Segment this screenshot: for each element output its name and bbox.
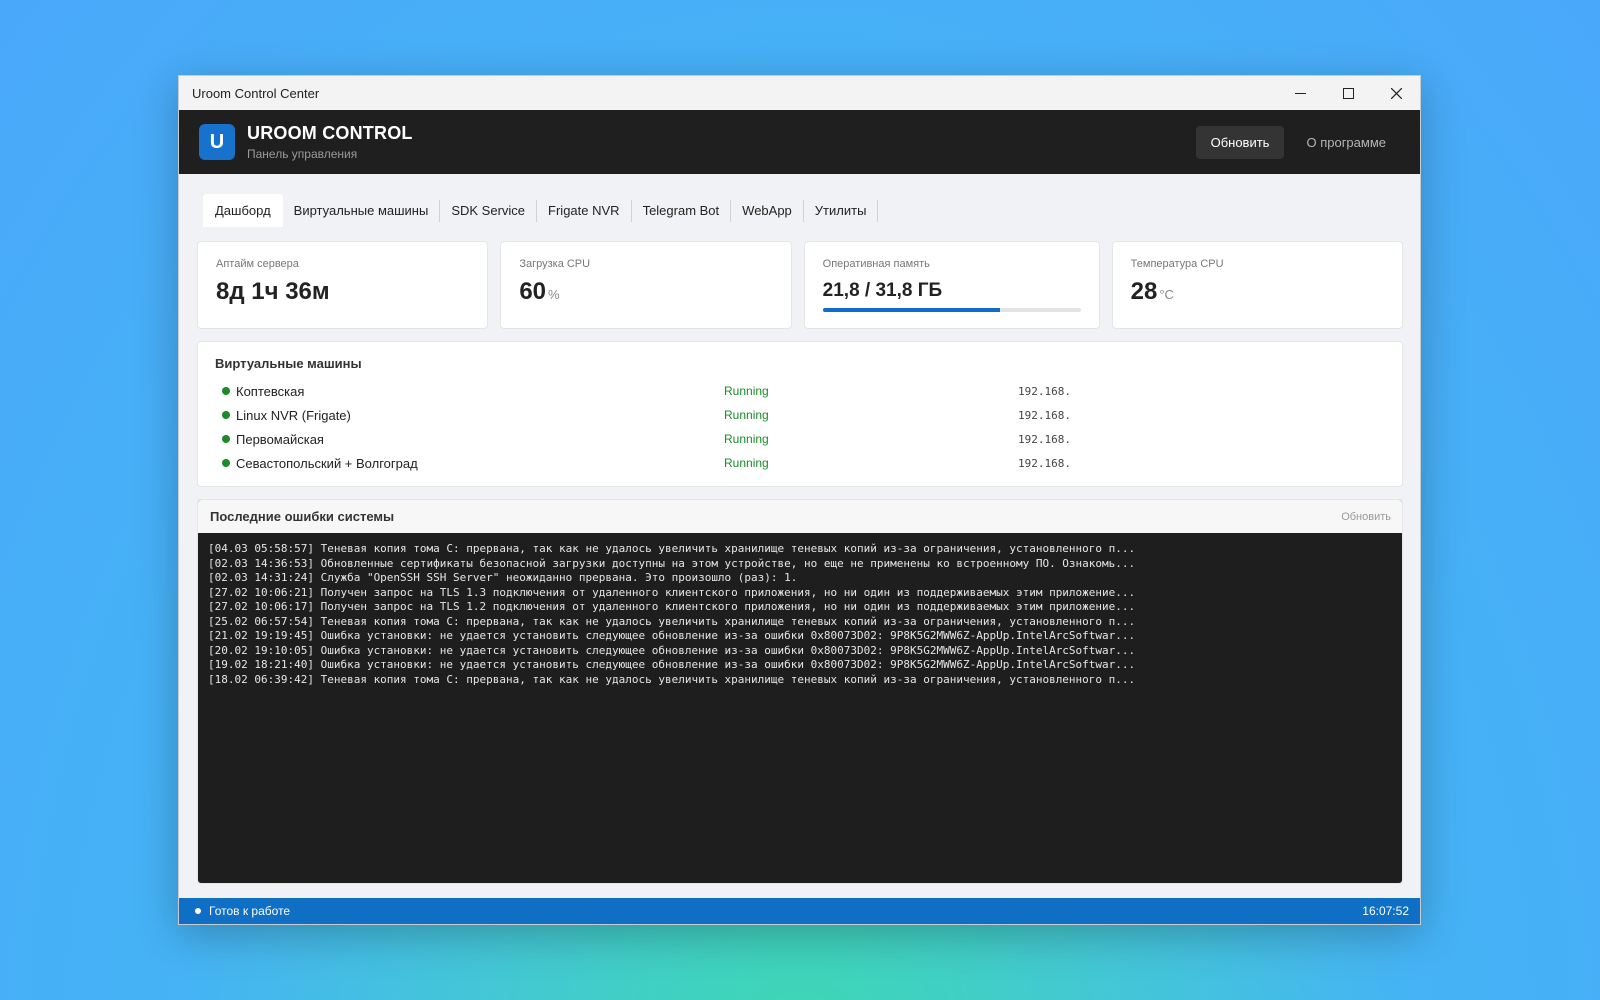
vm-name: Первомайская (236, 431, 324, 447)
app-name: UROOM CONTROL (247, 123, 413, 143)
tab-bar: Дашборд Виртуальные машины SDK Service F… (203, 194, 1420, 227)
app-subtitle: Панель управления (247, 147, 358, 161)
memory-progress-fill (822, 308, 1000, 312)
brand: U UROOM CONTROL Панель управления (199, 123, 413, 161)
errors-refresh-button[interactable]: Обновить (1341, 511, 1391, 523)
tab-telegram-bot[interactable]: Telegram Bot (632, 199, 732, 222)
vm-name: Коптевская (236, 383, 305, 399)
tab-sdk-service[interactable]: SDK Service (440, 199, 538, 222)
log-line: [04.03 05:58:57] Теневая копия тома C: п… (208, 542, 1136, 555)
minimize-button[interactable] (1276, 76, 1324, 110)
log-line: [27.02 10:06:21] Получен запрос на TLS 1… (208, 585, 1136, 599)
app-window: Uroom Control Center U UROOM CONTROL Пан… (178, 75, 1421, 925)
log-line: [25.02 06:57:54] Теневая копия тома C: п… (208, 614, 1136, 628)
title-bar[interactable]: Uroom Control Center (179, 76, 1420, 110)
vm-row[interactable]: Linux NVR (Frigate) Running 192.168. (215, 403, 1385, 427)
errors-panel: Последние ошибки системы Обновить [04.03… (197, 499, 1403, 884)
memory-label: Оперативная память (822, 258, 930, 270)
errors-header: Последние ошибки системы Обновить (198, 500, 1402, 533)
status-clock: 16:07:52 (1362, 904, 1409, 918)
cpu-value: 60 (519, 278, 547, 305)
log-line: [19.02 18:21:40] Ошибка установки: не уд… (208, 658, 1136, 671)
temperature-card: Температура CPU 28 °C (1111, 241, 1403, 329)
log-line: [18.02 06:39:42] Теневая копия тома C: п… (208, 672, 1136, 686)
close-icon (1390, 87, 1402, 99)
status-dot-icon (195, 908, 201, 914)
window-controls (1276, 76, 1420, 110)
about-button[interactable]: О программе (1292, 126, 1400, 159)
vm-name: Севастопольский + Волгоград (236, 455, 418, 471)
close-button[interactable] (1372, 76, 1420, 110)
vm-ip: 192.168. (1018, 456, 1071, 470)
app-header: U UROOM CONTROL Панель управления Обнови… (179, 110, 1420, 174)
temperature-label: Температура CPU (1130, 258, 1224, 270)
errors-title: Последние ошибки системы (210, 509, 395, 524)
uptime-card: Аптайм сервера 8д 1ч 36м (197, 241, 489, 329)
vm-row[interactable]: Первомайская Running 192.168. (215, 427, 1385, 451)
status-dot-icon (222, 411, 230, 419)
log-line: [02.03 14:36:53] Обновленные сертификаты… (208, 556, 1136, 570)
vm-status: Running (724, 408, 769, 422)
maximize-button[interactable] (1324, 76, 1372, 110)
refresh-button[interactable]: Обновить (1195, 125, 1285, 159)
uptime-label: Аптайм сервера (216, 258, 299, 270)
tab-webapp[interactable]: WebApp (731, 199, 804, 222)
log-line: [02.03 14:31:24] Служба "OpenSSH SSH Ser… (208, 571, 798, 584)
vm-panel: Виртуальные машины Коптевская Running 19… (197, 341, 1403, 487)
vm-status: Running (724, 384, 769, 398)
cpu-label: Загрузка CPU (519, 258, 591, 270)
window-title: Uroom Control Center (192, 85, 320, 101)
vm-status: Running (724, 432, 769, 446)
tab-dashboard[interactable]: Дашборд (203, 194, 283, 227)
vm-status: Running (724, 456, 769, 470)
minimize-icon (1294, 92, 1306, 94)
cpu-unit: % (548, 287, 560, 302)
vm-panel-title: Виртуальные машины (215, 356, 362, 371)
status-dot-icon (222, 435, 230, 443)
tab-frigate-nvr[interactable]: Frigate NVR (537, 199, 632, 222)
cpu-card: Загрузка CPU 60% (500, 241, 792, 329)
temperature-unit: °C (1159, 287, 1174, 302)
vm-name: Linux NVR (Frigate) (236, 407, 351, 423)
status-dot-icon (222, 459, 230, 467)
vm-row[interactable]: Коптевская Running 192.168. (215, 379, 1385, 403)
status-dot-icon (222, 387, 230, 395)
vm-row[interactable]: Севастопольский + Волгоград Running 192.… (215, 451, 1385, 475)
log-line: [20.02 19:10:05] Ошибка установки: не уд… (208, 643, 1136, 657)
memory-card: Оперативная память 21,8 / 31,8 ГБ (803, 241, 1100, 329)
tab-utilities[interactable]: Утилиты (804, 199, 879, 222)
status-text: Готов к работе (209, 904, 291, 918)
uptime-value: 8д 1ч 36м (216, 278, 330, 305)
maximize-icon (1342, 87, 1354, 99)
log-line: [27.02 10:06:17] Получен запрос на TLS 1… (208, 600, 1136, 613)
vm-ip: 192.168. (1018, 408, 1071, 422)
memory-value: 21,8 / 31,8 ГБ (822, 280, 943, 301)
status-bar: Готов к работе 16:07:52 (179, 898, 1420, 924)
tab-virtual-machines[interactable]: Виртуальные машины (283, 199, 441, 222)
log-line: [21.02 19:19:45] Ошибка установки: не уд… (208, 629, 1136, 642)
vm-ip: 192.168. (1018, 384, 1071, 398)
memory-progress-bar (822, 308, 1081, 312)
stats-row: Аптайм сервера 8д 1ч 36м Загрузка CPU 60… (197, 241, 1403, 329)
app-logo: U (199, 124, 235, 160)
vm-ip: 192.168. (1018, 432, 1071, 446)
error-log[interactable]: [04.03 05:58:57] Теневая копия тома C: п… (198, 533, 1402, 696)
temperature-value: 28 (1130, 278, 1158, 305)
